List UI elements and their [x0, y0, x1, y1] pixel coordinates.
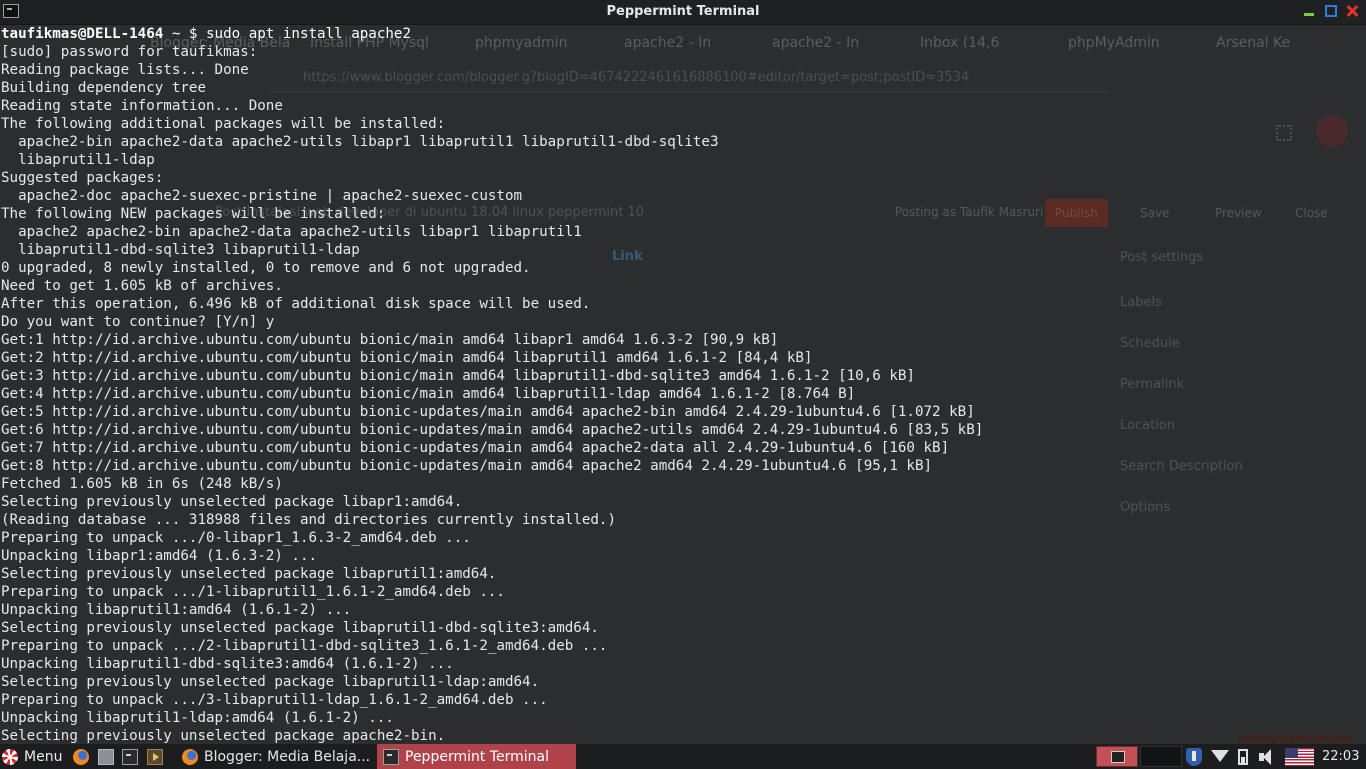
terminal-line: Get:1 http://id.archive.ubuntu.com/ubunt… — [1, 332, 779, 348]
terminal-prompt-line: taufikmas@DELL-1464 ~ $ sudo apt install… — [0, 25, 1366, 43]
firefox-icon[interactable] — [73, 749, 89, 765]
terminal-line: Need to get 1.605 kB of archives. — [1, 278, 283, 294]
workspace-1[interactable] — [1096, 746, 1138, 767]
terminal-line: libaprutil1-dbd-sqlite3 libaprutil1-ldap — [1, 242, 360, 258]
terminal-line: Unpacking libaprutil1:amd64 (1.6.1-2) ..… — [1, 602, 352, 618]
window-titlebar[interactable]: Peppermint Terminal — [0, 0, 1366, 25]
terminal-line: libaprutil1-ldap — [1, 152, 155, 168]
terminal-output[interactable]: taufikmas@DELL-1464 ~ $ sudo apt install… — [0, 25, 1366, 743]
menu-button[interactable]: Menu — [2, 744, 62, 769]
terminal-line: Selecting previously unselected package … — [1, 728, 446, 743]
terminal-line: Reading state information... Done — [1, 98, 283, 114]
files-icon[interactable] — [98, 749, 114, 765]
terminal-line: Preparing to unpack .../2-libaprutil1-db… — [1, 638, 608, 654]
terminal-command: sudo apt install apache2 — [197, 26, 412, 42]
terminal-line: Preparing to unpack .../3-libaprutil1-ld… — [1, 692, 548, 708]
workspace-2[interactable] — [1140, 746, 1182, 767]
terminal-line: Unpacking libaprutil1-ldap:amd64 (1.6.1-… — [1, 710, 394, 726]
terminal-line: [sudo] password for taufikmas: — [1, 44, 258, 60]
terminal-line: Preparing to unpack .../1-libaprutil1_1.… — [1, 584, 505, 600]
us-flag-icon[interactable] — [1285, 748, 1314, 766]
terminal-line: Selecting previously unselected package … — [1, 566, 497, 582]
terminal-line: Do you want to continue? [Y/n] y — [1, 314, 275, 330]
terminal-line: After this operation, 6.496 kB of additi… — [1, 296, 591, 312]
prompt-path: ~ $ — [163, 26, 198, 42]
taskbar-item-terminal[interactable]: Peppermint Terminal — [377, 744, 576, 769]
terminal-line: The following NEW packages will be insta… — [1, 206, 386, 222]
taskbar-item-label: Peppermint Terminal — [405, 748, 549, 765]
shield-icon[interactable] — [1186, 748, 1202, 766]
prompt-user: taufikmas@DELL-1464 — [1, 26, 164, 42]
taskbar-item-browser[interactable]: Blogger: Media Belaja... — [176, 744, 376, 769]
terminal-line: Get:2 http://id.archive.ubuntu.com/ubunt… — [1, 350, 813, 366]
terminal-line: Fetched 1.605 kB in 6s (248 kB/s) — [1, 476, 283, 492]
firefox-icon — [182, 748, 198, 765]
terminal-line: Get:4 http://id.archive.ubuntu.com/ubunt… — [1, 386, 856, 402]
maximize-button[interactable] — [1325, 5, 1337, 17]
terminal-line: Preparing to unpack .../0-libapr1_1.6.3-… — [1, 530, 471, 546]
minimize-button[interactable] — [1303, 5, 1315, 17]
terminal-line: Suggested packages: — [1, 170, 164, 186]
terminal-line: (Reading database ... 318988 files and d… — [1, 512, 616, 528]
terminal-icon — [383, 748, 399, 765]
terminal-line: Get:8 http://id.archive.ubuntu.com/ubunt… — [1, 458, 933, 474]
taskbar-item-label: Blogger: Media Belaja... — [204, 748, 371, 765]
terminal-line: Selecting previously unselected package … — [1, 620, 599, 636]
taskbar: Menu Blogger: Media Belaja... Peppermint… — [0, 743, 1366, 769]
wifi-icon[interactable] — [1211, 750, 1229, 764]
terminal-line: apache2-bin apache2-data apache2-utils l… — [1, 134, 719, 150]
terminal-line: Get:3 http://id.archive.ubuntu.com/ubunt… — [1, 368, 915, 384]
battery-icon[interactable] — [1238, 749, 1248, 765]
terminal-line: Selecting previously unselected package … — [1, 494, 463, 510]
volume-icon[interactable] — [1259, 748, 1279, 766]
terminal-line: Get:5 http://id.archive.ubuntu.com/ubunt… — [1, 404, 975, 420]
terminal-line: Building dependency tree — [1, 80, 206, 96]
terminal-icon[interactable] — [122, 749, 138, 765]
terminal-line: Reading package lists... Done — [1, 62, 249, 78]
menu-label: Menu — [24, 748, 63, 765]
terminal-line: Get:7 http://id.archive.ubuntu.com/ubunt… — [1, 440, 950, 456]
terminal-line: Selecting previously unselected package … — [1, 674, 540, 690]
clock[interactable]: 22:03 — [1322, 744, 1359, 769]
peppermint-icon — [2, 748, 18, 765]
close-button[interactable] — [1346, 5, 1358, 17]
terminal-line: apache2 apache2-bin apache2-data apache2… — [1, 224, 582, 240]
terminal-line: Unpacking libaprutil1-dbd-sqlite3:amd64 … — [1, 656, 454, 672]
window-title: Peppermint Terminal — [606, 4, 760, 19]
terminal-line: 0 upgraded, 8 newly installed, 0 to remo… — [1, 260, 531, 276]
media-player-icon[interactable] — [147, 749, 163, 765]
terminal-line: Get:6 http://id.archive.ubuntu.com/ubunt… — [1, 422, 984, 438]
terminal-line: Unpacking libapr1:amd64 (1.6.3-2) ... — [1, 548, 318, 564]
terminal-line: apache2-doc apache2-suexec-pristine | ap… — [1, 188, 523, 204]
terminal-line: The following additional packages will b… — [1, 116, 446, 132]
